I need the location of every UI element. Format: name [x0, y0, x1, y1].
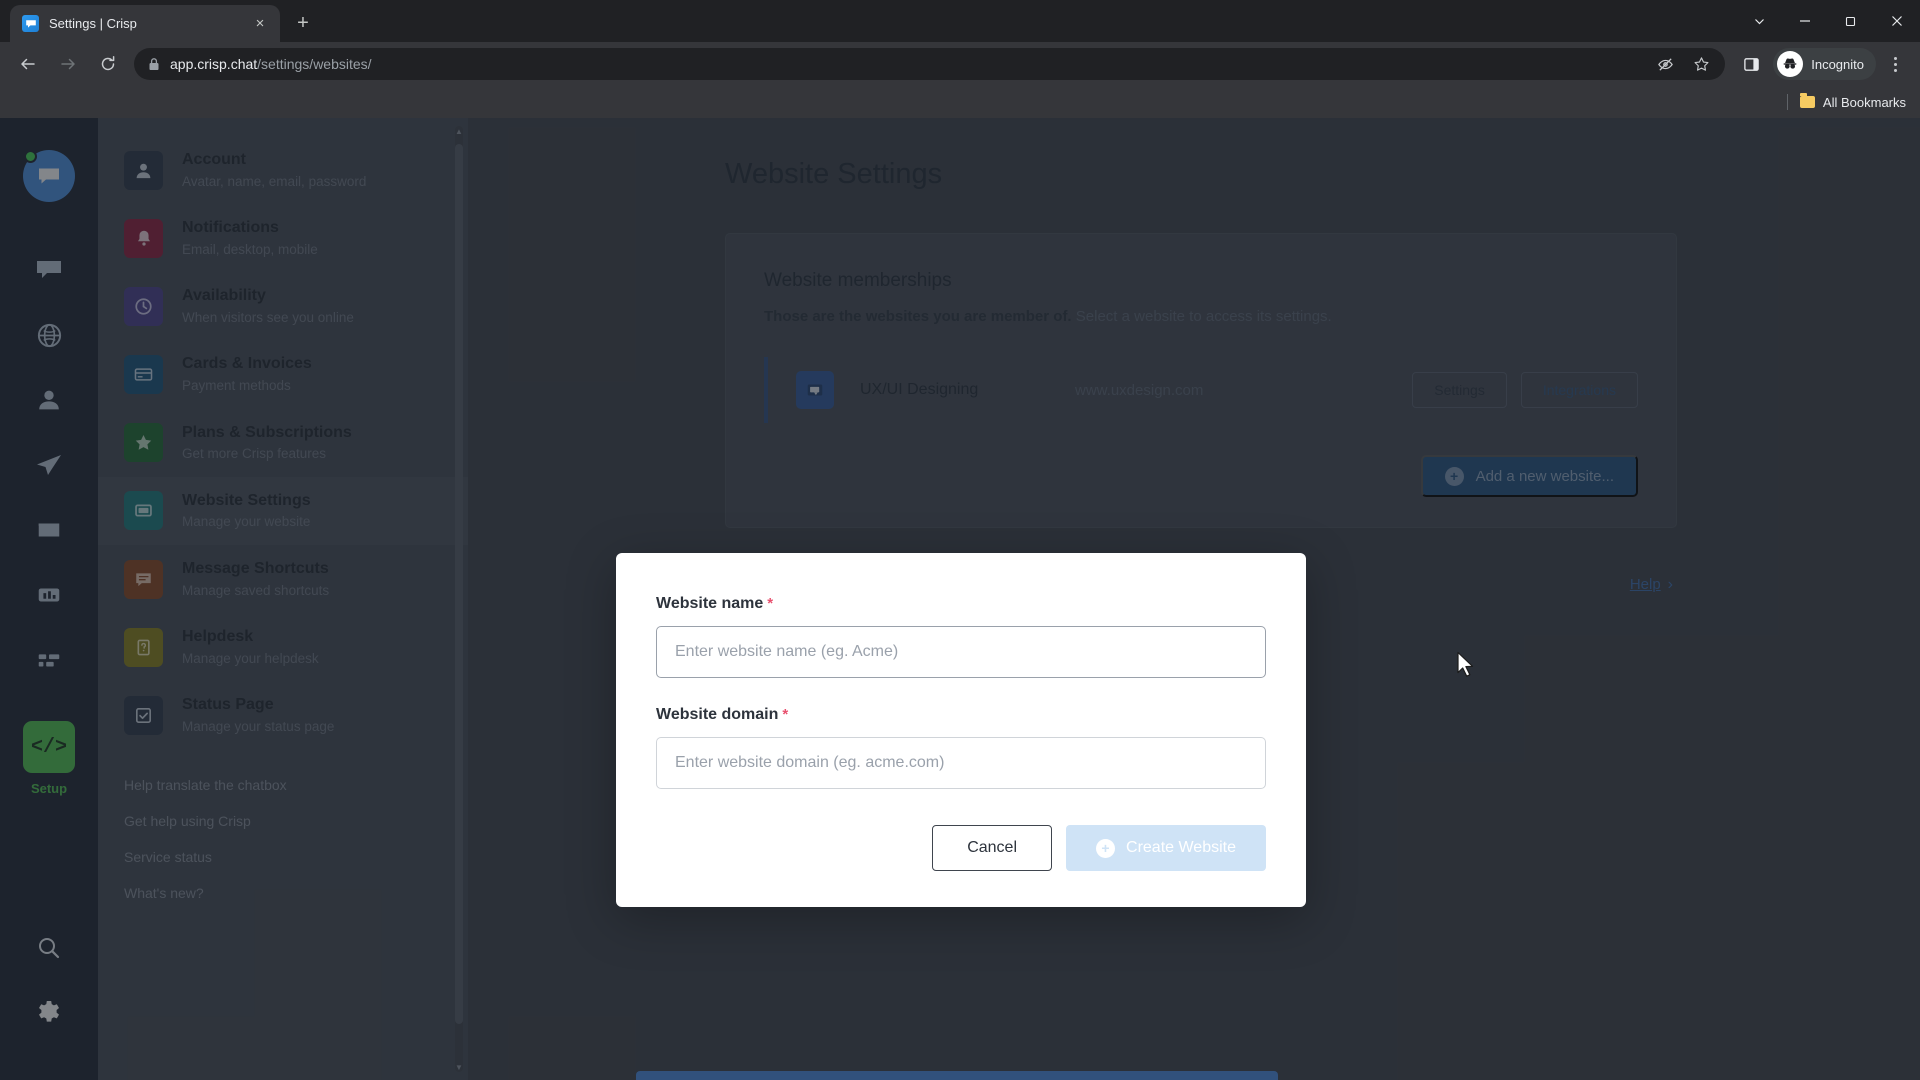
website-domain-label-text: Website domain — [656, 706, 779, 723]
restore-icon[interactable] — [1828, 0, 1874, 42]
close-icon[interactable] — [1874, 0, 1920, 42]
close-icon[interactable]: × — [250, 14, 270, 34]
kebab-menu-icon[interactable] — [1878, 47, 1912, 81]
new-tab-button[interactable]: + — [288, 8, 318, 38]
modal-actions: Cancel + Create Website — [656, 825, 1266, 871]
create-website-button[interactable]: + Create Website — [1066, 825, 1266, 871]
cancel-button[interactable]: Cancel — [932, 825, 1053, 871]
back-arrow-icon[interactable] — [11, 47, 45, 81]
address-bar-url: app.crisp.chat/settings/websites/ — [170, 56, 372, 72]
create-website-modal: Website name* Website domain* Cancel + C… — [616, 553, 1306, 907]
crisp-chat-icon — [22, 15, 39, 32]
website-name-label-text: Website name — [656, 595, 764, 612]
website-domain-field: Website domain * — [656, 706, 1266, 789]
browser-toolbar: app.crisp.chat/settings/websites/ Incogn… — [0, 42, 1920, 86]
website-domain-label: Website domain * — [656, 706, 788, 723]
url-host: app.crisp.chat — [170, 56, 258, 72]
incognito-icon — [1777, 51, 1804, 77]
minimize-icon[interactable] — [1782, 0, 1828, 42]
folder-icon — [1799, 93, 1815, 108]
browser-titlebar: Settings | Crisp × + — [0, 0, 1920, 42]
profile-chip[interactable]: Incognito — [1773, 48, 1876, 80]
toolbar-right: Incognito — [1731, 47, 1912, 81]
plus-circle-icon: + — [1096, 838, 1116, 858]
forward-arrow-icon — [51, 47, 85, 81]
address-bar-actions — [1647, 50, 1719, 78]
required-marker: * — [782, 706, 789, 723]
url-path: /settings/websites/ — [257, 56, 372, 72]
bookmark-star-icon[interactable] — [1687, 50, 1715, 78]
tab-title: Settings | Crisp — [49, 16, 137, 31]
website-name-input[interactable] — [656, 626, 1266, 678]
profile-label: Incognito — [1811, 56, 1864, 72]
all-bookmarks-button[interactable]: All Bookmarks — [1799, 93, 1906, 110]
website-name-field: Website name * — [656, 595, 1266, 678]
bookmarks-divider — [1786, 94, 1788, 110]
browser-tab[interactable]: Settings | Crisp × — [10, 5, 280, 42]
mouse-cursor — [1456, 651, 1476, 684]
website-name-label: Website name * — [656, 595, 773, 612]
reload-icon[interactable] — [91, 47, 125, 81]
window-controls — [1736, 0, 1920, 42]
required-marker: * — [767, 595, 774, 612]
address-bar[interactable]: app.crisp.chat/settings/websites/ — [134, 48, 1726, 80]
browser-window: Settings | Crisp × + app.crisp.chat/sett… — [0, 0, 1920, 1080]
all-bookmarks-label: All Bookmarks — [1822, 94, 1906, 110]
bookmarks-bar: All Bookmarks — [0, 86, 1920, 118]
hide-password-icon[interactable] — [1651, 50, 1679, 78]
website-domain-input[interactable] — [656, 737, 1266, 789]
lock-icon — [148, 57, 160, 71]
side-panel-icon[interactable] — [1734, 47, 1768, 81]
create-website-label: Create Website — [1126, 839, 1236, 856]
chevron-down-icon[interactable] — [1736, 0, 1782, 42]
app-viewport: </> Setup Account — [0, 118, 1920, 1080]
